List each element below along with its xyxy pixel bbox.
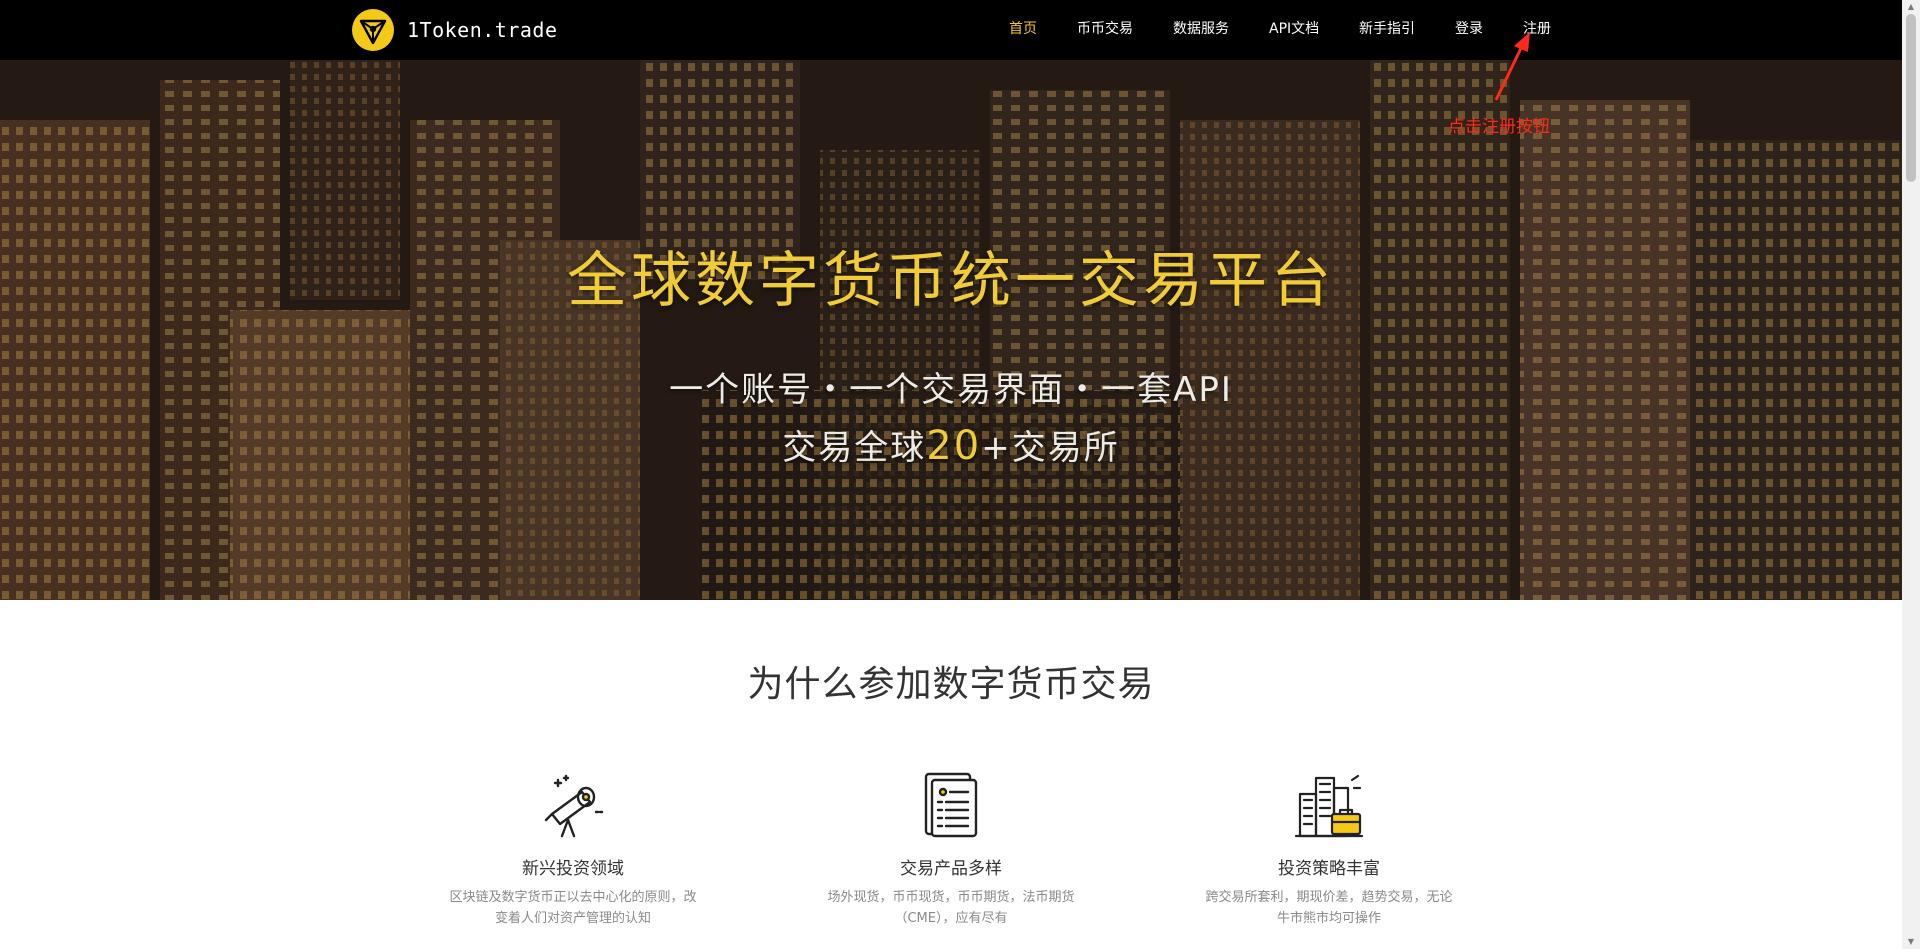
hero-subtitle-prefix: 交易全球 bbox=[782, 428, 927, 468]
page-scrollbar[interactable]: ▲ ▼ bbox=[1902, 0, 1920, 949]
feature-title: 交易产品多样 bbox=[900, 859, 1002, 879]
document-icon bbox=[924, 772, 978, 838]
nav-coin-trading[interactable]: 币币交易 bbox=[1077, 0, 1133, 58]
telescope-icon bbox=[544, 774, 604, 838]
hero-subtitle-suffix: +交易所 bbox=[981, 428, 1120, 468]
hero-banner: 全球数字货币统一交易平台 一个账号・一个交易界面・一套API 交易全球20+交易… bbox=[0, 60, 1902, 600]
hero-title: 全球数字货币统一交易平台 bbox=[567, 246, 1335, 316]
why-section-title: 为什么参加数字货币交易 bbox=[747, 664, 1155, 705]
nav-beginner-guide[interactable]: 新手指引 bbox=[1359, 0, 1415, 58]
feature-card-strategies: 投资策略丰富 跨交易所套利，期现价差，趋势交易，无论牛市熊市均可操作 bbox=[1199, 770, 1459, 929]
nav-home[interactable]: 首页 bbox=[1009, 0, 1037, 58]
hero-subtitle-line2: 交易全球20+交易所 bbox=[0, 420, 1902, 469]
scroll-down-arrow-icon[interactable]: ▼ bbox=[1902, 935, 1920, 949]
feature-title: 新兴投资领域 bbox=[522, 859, 624, 879]
scrollbar-thumb[interactable] bbox=[1906, 14, 1916, 182]
feature-description: 跨交易所套利，期现价差，趋势交易，无论牛市熊市均可操作 bbox=[1205, 890, 1453, 926]
brand-logo-link[interactable]: 1Token.trade bbox=[351, 8, 558, 52]
feature-card-products: 交易产品多样 场外现货，币币现货，币币期货，法币期货（CME），应有尽有 bbox=[821, 770, 1081, 929]
annotation-arrow-icon bbox=[1494, 32, 1530, 101]
feature-card-emerging: 新兴投资领域 区块链及数字货币正以去中心化的原则，改变着人们对资产管理的认知 bbox=[443, 770, 703, 929]
hero-subtitle-line1: 一个账号・一个交易界面・一套API bbox=[669, 370, 1233, 410]
feature-title: 投资策略丰富 bbox=[1278, 859, 1380, 879]
nav-api-docs[interactable]: API文档 bbox=[1269, 0, 1319, 58]
feature-description: 场外现货，币币现货，币币期货，法币期货（CME），应有尽有 bbox=[827, 890, 1075, 926]
scroll-up-arrow-icon[interactable]: ▲ bbox=[1902, 0, 1920, 14]
city-briefcase-icon bbox=[1294, 774, 1364, 838]
hero-exchange-count: 20 bbox=[926, 423, 982, 469]
annotation-label: 点击注册按钮 bbox=[1448, 117, 1550, 137]
brand-logo-icon bbox=[352, 9, 394, 51]
feature-description: 区块链及数字货币正以去中心化的原则，改变着人们对资产管理的认知 bbox=[449, 890, 697, 926]
top-navbar: 1Token.trade 首页 币币交易 数据服务 API文档 新手指引 登录 … bbox=[0, 0, 1902, 60]
nav-data-service[interactable]: 数据服务 bbox=[1173, 0, 1229, 58]
city-skyline-background bbox=[0, 60, 1902, 600]
brand-name: 1Token.trade bbox=[407, 18, 558, 42]
